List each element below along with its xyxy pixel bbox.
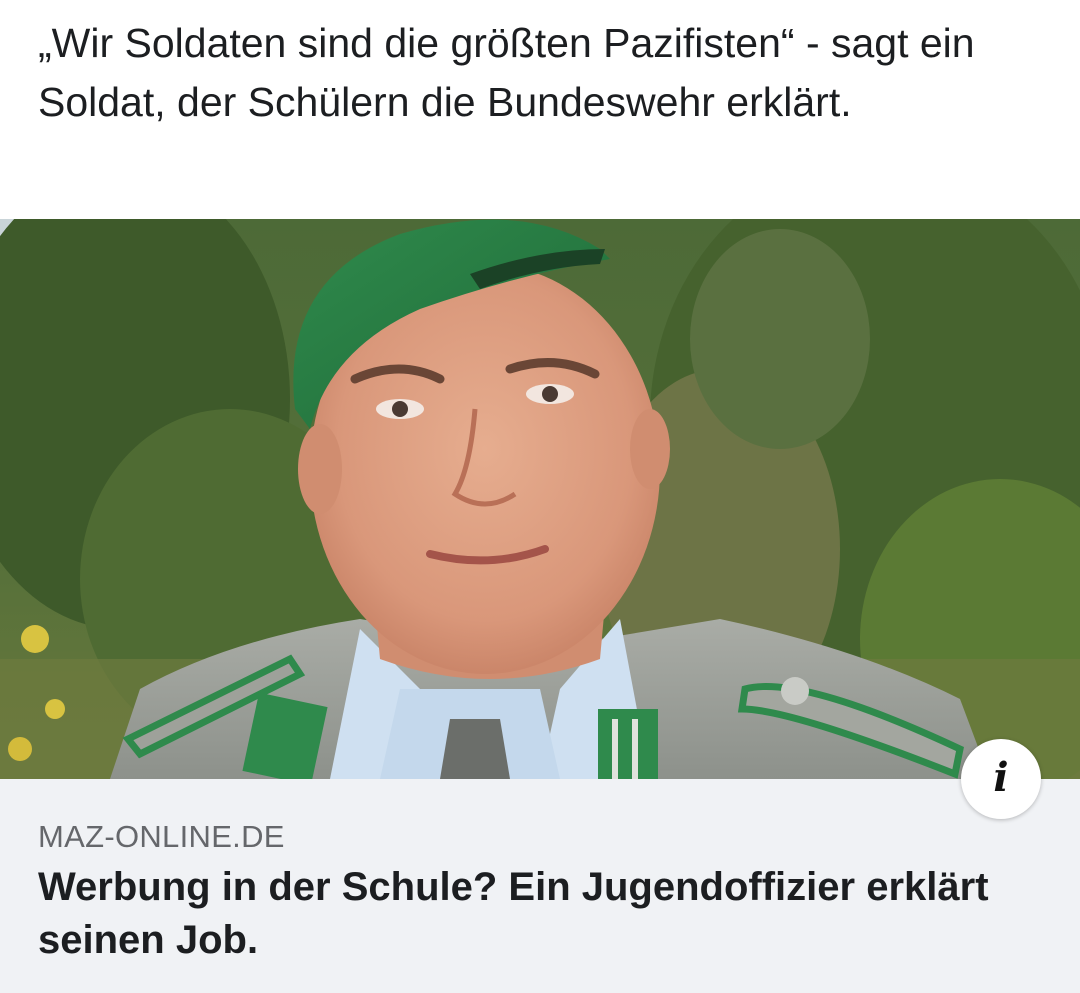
post-text: „Wir Soldaten sind die größten Pazifiste…	[38, 20, 975, 125]
info-button[interactable]: i	[961, 739, 1041, 819]
soldier-portrait-image	[0, 219, 1080, 779]
link-title[interactable]: Werbung in der Schule? Ein Jugendoffizie…	[38, 861, 1038, 967]
link-domain: MAZ-ONLINE.DE	[38, 819, 285, 854]
article-photo[interactable]	[0, 219, 1080, 779]
social-post: „Wir Soldaten sind die größten Pazifiste…	[0, 0, 1080, 993]
info-icon: i	[993, 754, 1009, 801]
link-preview-card[interactable]: MAZ-ONLINE.DE Werbung in der Schule? Ein…	[0, 779, 1080, 993]
